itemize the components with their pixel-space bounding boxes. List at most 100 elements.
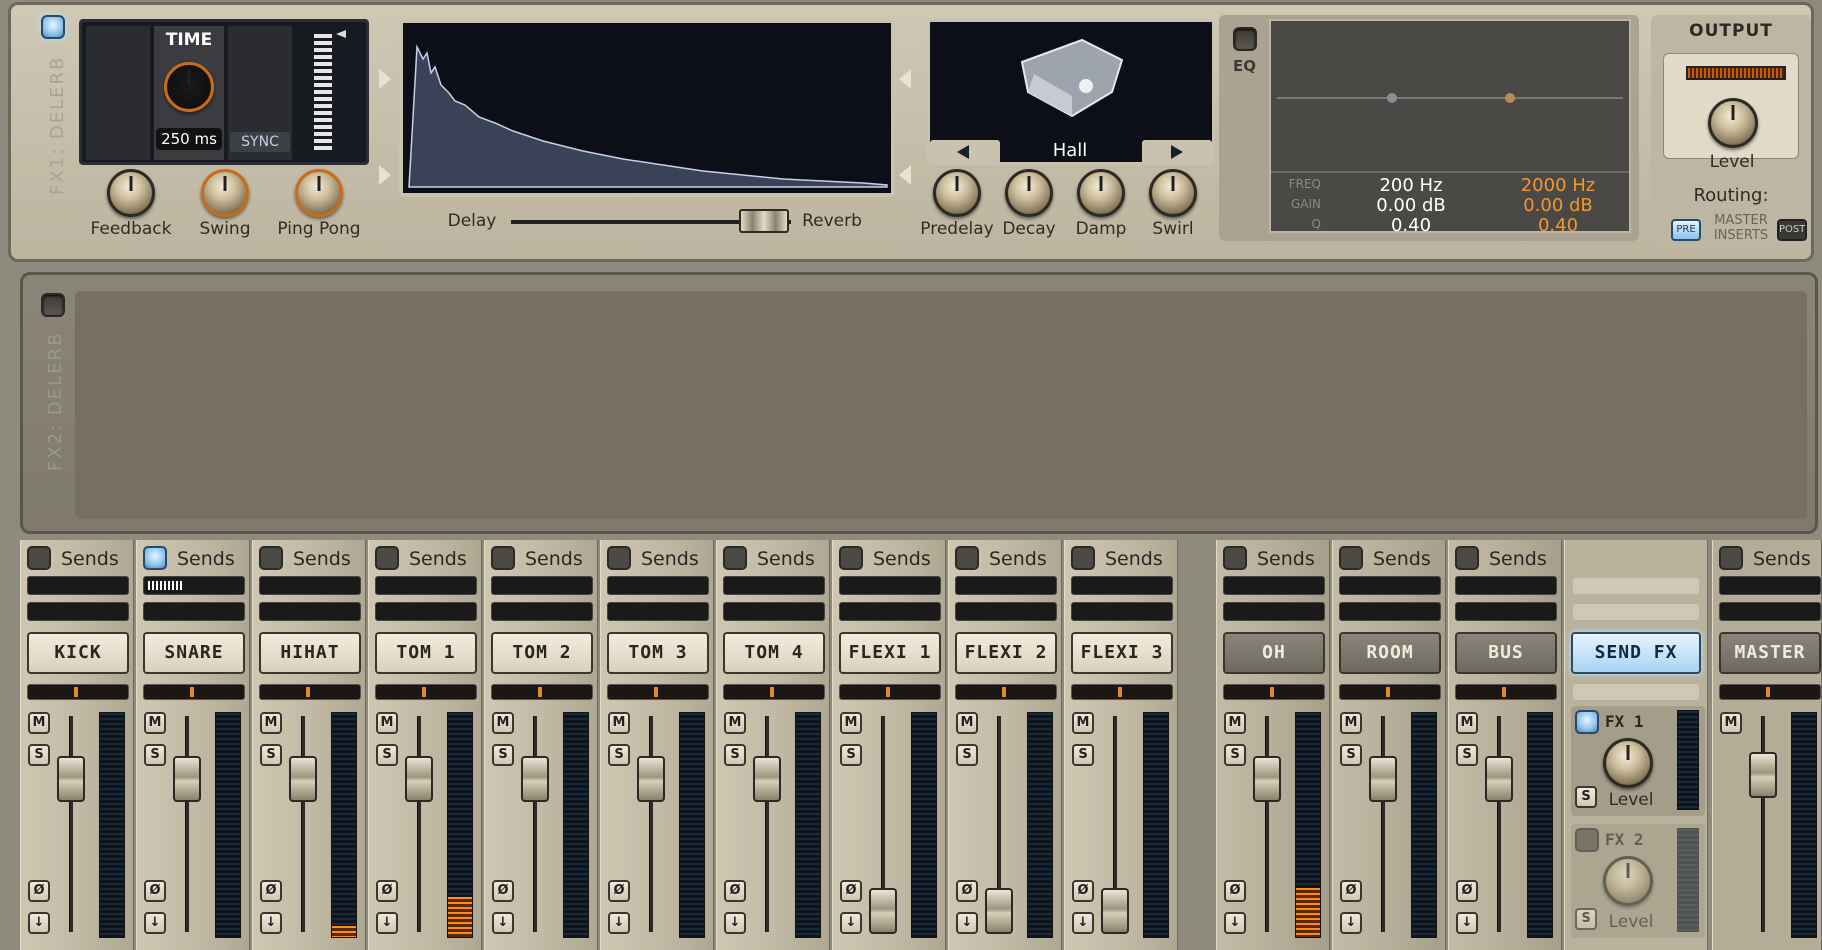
send-slot[interactable] — [491, 576, 593, 595]
volume-fader[interactable] — [405, 756, 433, 802]
channel-name-button[interactable]: SNARE — [143, 632, 245, 674]
fader-track[interactable] — [1761, 716, 1765, 932]
mute-button[interactable]: M — [144, 712, 166, 734]
fader-track[interactable] — [649, 716, 653, 932]
send-slot[interactable] — [607, 576, 709, 595]
solo-button[interactable]: S — [840, 744, 862, 766]
sends-led[interactable] — [955, 546, 979, 570]
send-slot[interactable] — [1071, 576, 1173, 595]
volume-fader[interactable] — [753, 756, 781, 802]
eq-band1-gain[interactable]: 0.00 dB — [1351, 195, 1471, 216]
room-next-button[interactable] — [1142, 140, 1212, 164]
pan-control[interactable] — [1455, 684, 1557, 700]
send-slot[interactable] — [1455, 602, 1557, 621]
sends-led[interactable] — [839, 546, 863, 570]
volume-fader[interactable] — [57, 756, 85, 802]
channel-name-button[interactable]: BUS — [1455, 632, 1557, 674]
volume-fader[interactable] — [1101, 888, 1129, 934]
send-slot[interactable] — [607, 602, 709, 621]
output-routing-button[interactable]: ↓ — [260, 912, 282, 934]
pan-control[interactable] — [1071, 684, 1173, 700]
pan-control[interactable] — [1223, 684, 1325, 700]
fader-track[interactable] — [533, 716, 537, 932]
sends-led[interactable] — [375, 546, 399, 570]
send-slot[interactable] — [259, 602, 361, 621]
pan-control[interactable] — [839, 684, 941, 700]
phase-button[interactable]: Ø — [260, 880, 282, 902]
eq-band1-freq[interactable]: 200 Hz — [1351, 175, 1471, 196]
mute-button[interactable]: M — [1720, 712, 1742, 734]
sends-led[interactable] — [259, 546, 283, 570]
send-slot[interactable] — [143, 576, 245, 595]
swirl-knob[interactable] — [1149, 169, 1197, 217]
eq-graph[interactable]: FREQ GAIN Q 200 Hz 0.00 dB 0.40 2000 Hz … — [1269, 19, 1631, 236]
send-slot[interactable] — [1719, 576, 1821, 595]
phase-button[interactable]: Ø — [492, 880, 514, 902]
send-slot[interactable] — [1339, 602, 1441, 621]
send-slot[interactable] — [375, 576, 477, 595]
eq-band1-q[interactable]: 0.40 — [1351, 215, 1471, 236]
solo-button[interactable]: S — [956, 744, 978, 766]
send-slot[interactable] — [1071, 602, 1173, 621]
feedback-knob[interactable] — [107, 169, 155, 217]
fx2-return-toggle[interactable] — [1575, 828, 1599, 852]
mute-button[interactable]: M — [492, 712, 514, 734]
mute-button[interactable]: M — [724, 712, 746, 734]
output-level-knob[interactable] — [1708, 98, 1758, 148]
sends-led[interactable] — [1071, 546, 1095, 570]
fader-track[interactable] — [301, 716, 305, 932]
phase-button[interactable]: Ø — [1072, 880, 1094, 902]
sends-led[interactable] — [491, 546, 515, 570]
decay-knob[interactable] — [1005, 169, 1053, 217]
fx1-return-level-knob[interactable] — [1603, 738, 1653, 788]
fader-track[interactable] — [1381, 716, 1385, 932]
phase-button[interactable]: Ø — [724, 880, 746, 902]
solo-button[interactable]: S — [1456, 744, 1478, 766]
output-routing-button[interactable]: ↓ — [1456, 912, 1478, 934]
output-routing-button[interactable]: ↓ — [492, 912, 514, 934]
send-slot[interactable] — [955, 602, 1057, 621]
mute-button[interactable]: M — [28, 712, 50, 734]
pan-control[interactable] — [375, 684, 477, 700]
channel-name-button[interactable]: TOM 3 — [607, 632, 709, 674]
volume-fader[interactable] — [637, 756, 665, 802]
output-routing-button[interactable]: ↓ — [608, 912, 630, 934]
post-button[interactable]: POST — [1777, 219, 1807, 241]
volume-fader[interactable] — [985, 888, 1013, 934]
phase-button[interactable]: Ø — [376, 880, 398, 902]
sends-led[interactable] — [1719, 546, 1743, 570]
send-slot[interactable] — [1223, 576, 1325, 595]
channel-name-button[interactable]: FLEXI 2 — [955, 632, 1057, 674]
fx2-return-level-knob[interactable] — [1603, 856, 1653, 906]
send-slot[interactable] — [143, 602, 245, 621]
output-routing-button[interactable]: ↓ — [724, 912, 746, 934]
volume-fader[interactable] — [1369, 756, 1397, 802]
fx1-enable-toggle[interactable] — [41, 15, 65, 39]
volume-fader[interactable] — [1253, 756, 1281, 802]
solo-button[interactable]: S — [376, 744, 398, 766]
send-slot[interactable] — [839, 602, 941, 621]
mute-button[interactable]: M — [1340, 712, 1362, 734]
ping-pong-knob[interactable] — [295, 169, 343, 217]
mute-button[interactable]: M — [260, 712, 282, 734]
solo-button[interactable]: S — [260, 744, 282, 766]
send-slot[interactable] — [1719, 602, 1821, 621]
phase-button[interactable]: Ø — [144, 880, 166, 902]
send-slot[interactable] — [955, 576, 1057, 595]
solo-button[interactable]: S — [144, 744, 166, 766]
output-routing-button[interactable]: ↓ — [1072, 912, 1094, 934]
sends-led[interactable] — [27, 546, 51, 570]
channel-name-button[interactable]: TOM 4 — [723, 632, 825, 674]
sends-led[interactable] — [723, 546, 747, 570]
send-slot[interactable] — [839, 576, 941, 595]
master-fader[interactable] — [1749, 752, 1777, 798]
pre-button[interactable]: PRE — [1671, 219, 1701, 241]
output-routing-button[interactable]: ↓ — [28, 912, 50, 934]
eq-band2-gain[interactable]: 0.00 dB — [1493, 195, 1623, 216]
pan-control[interactable] — [607, 684, 709, 700]
volume-fader[interactable] — [521, 756, 549, 802]
fx1-solo-button[interactable]: S — [1575, 786, 1597, 808]
fader-track[interactable] — [765, 716, 769, 932]
mute-button[interactable]: M — [608, 712, 630, 734]
pan-control[interactable] — [723, 684, 825, 700]
